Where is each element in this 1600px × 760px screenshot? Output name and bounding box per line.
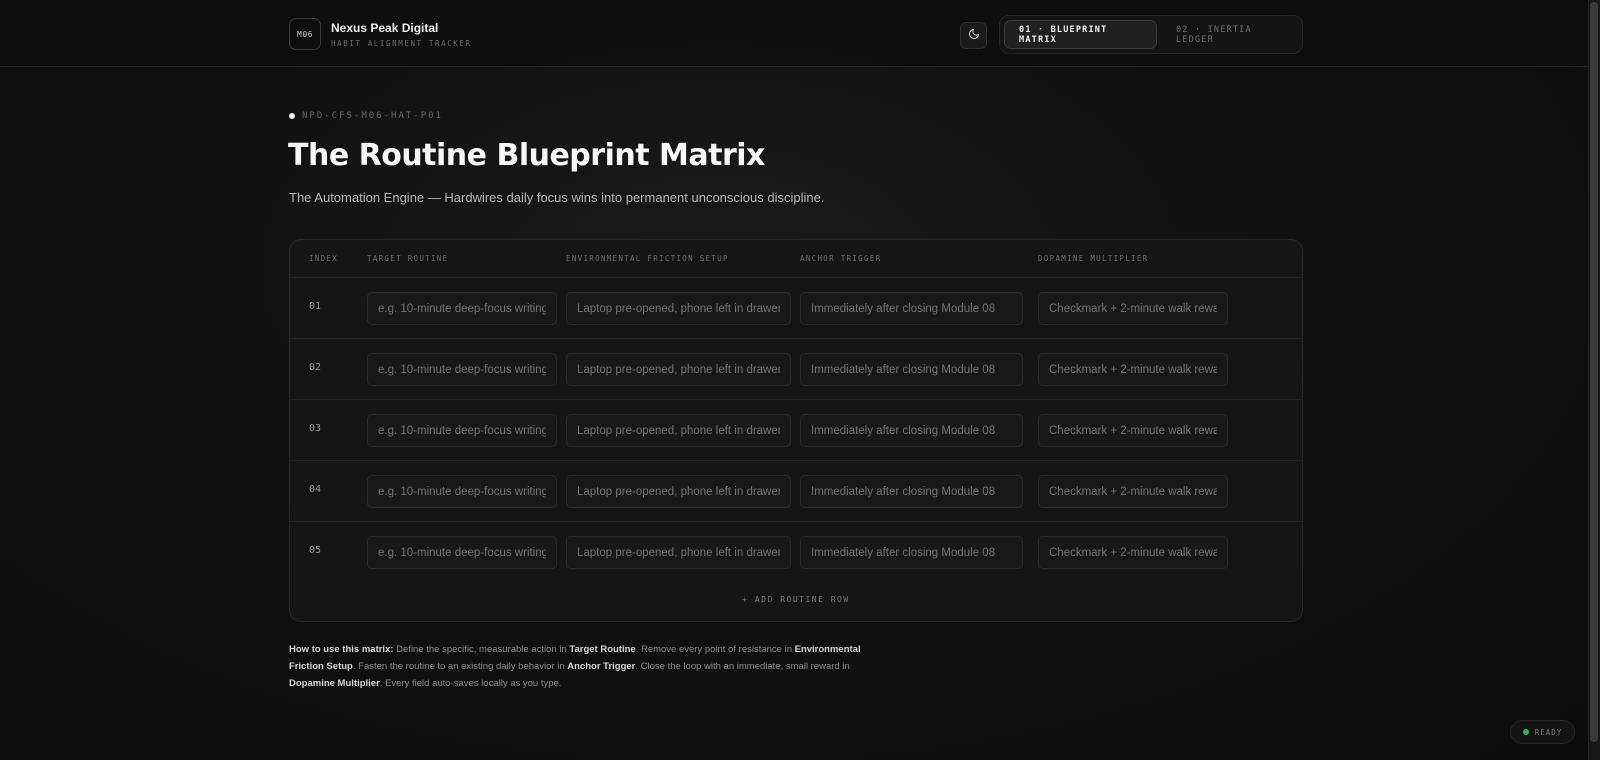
friction-setup-input[interactable] [566,475,791,508]
column-header-index: INDEX [309,254,339,263]
anchor-trigger-input[interactable] [800,475,1023,508]
anchor-trigger-input[interactable] [800,353,1023,386]
moon-icon [968,28,980,43]
table-row: 04 [290,461,1302,522]
target-routine-input[interactable] [367,353,557,386]
column-header-friction-setup: ENVIRONMENTAL FRICTION SETUP [566,254,729,263]
status-dot-icon [1522,729,1529,735]
row-index: 01 [309,301,322,312]
instructions-text: Define the specific, measurable action i… [393,644,570,655]
blueprint-matrix-table: INDEX TARGET ROUTINE ENVIRONMENTAL FRICT… [289,239,1303,622]
scrollbar-thumb[interactable] [1590,2,1598,742]
target-routine-input[interactable] [367,292,557,325]
page-subtitle: The Automation Engine — Hardwires daily … [289,190,825,205]
table-row: 03 [290,400,1302,461]
usage-instructions: How to use this matrix: Define the speci… [289,641,889,692]
table-row: 01 [290,278,1302,339]
instructions-text: . Remove every point of resistance in [635,644,795,655]
dopamine-multiplier-input[interactable] [1038,536,1228,569]
dopamine-multiplier-input[interactable] [1038,353,1228,386]
instructions-lead: How to use this matrix: [289,644,394,655]
theme-toggle-button[interactable] [960,22,987,49]
tab-inertia-ledger[interactable]: 02 · INERTIA LEDGER [1162,20,1302,49]
view-tabs: 01 · BLUEPRINT MATRIX 02 · INERTIA LEDGE… [999,15,1303,54]
instructions-text: . Every field auto-saves locally as you … [379,678,562,689]
status-badge: READY [1510,720,1575,744]
friction-setup-input[interactable] [566,536,791,569]
row-index: 03 [309,423,322,434]
target-routine-input[interactable] [367,536,557,569]
table-row: 02 [290,339,1302,400]
friction-setup-input[interactable] [566,353,791,386]
target-routine-input[interactable] [367,414,557,447]
logo-text: M06 [297,29,313,39]
document-id-text: NPD-CFS-M06-HAT-P01 [302,111,443,121]
column-header-target-routine: TARGET ROUTINE [367,254,449,263]
scrollbar[interactable] [1588,0,1600,760]
anchor-trigger-input[interactable] [800,414,1023,447]
row-index: 04 [309,484,322,495]
dopamine-multiplier-input[interactable] [1038,292,1228,325]
instructions-text: . Fasten the routine to an existing dail… [352,661,568,672]
table-row: 05 [290,522,1302,583]
add-routine-row-button[interactable]: + ADD ROUTINE ROW [290,595,1302,604]
tab-blueprint-matrix[interactable]: 01 · BLUEPRINT MATRIX [1004,20,1157,49]
anchor-trigger-input[interactable] [800,536,1023,569]
friction-setup-input[interactable] [566,414,791,447]
top-bar: M06 Nexus Peak Digital HABIT ALIGNMENT T… [0,0,1588,67]
page-title: The Routine Blueprint Matrix [288,138,765,173]
friction-setup-input[interactable] [566,292,791,325]
dopamine-multiplier-input[interactable] [1038,475,1228,508]
document-id: NPD-CFS-M06-HAT-P01 [289,111,443,121]
module-logo: M06 [289,18,321,50]
doc-dot-icon [289,113,295,119]
column-header-anchor-trigger: ANCHOR TRIGGER [800,254,882,263]
dopamine-multiplier-input[interactable] [1038,414,1228,447]
instructions-term: Target Routine [569,644,636,655]
top-bar-inner: M06 Nexus Peak Digital HABIT ALIGNMENT T… [289,15,1303,54]
target-routine-input[interactable] [367,475,557,508]
instructions-text: . Close the loop with an immediate, smal… [635,661,850,672]
anchor-trigger-input[interactable] [800,292,1023,325]
brand-subtitle: HABIT ALIGNMENT TRACKER [331,39,472,48]
instructions-term: Anchor Trigger [567,661,636,672]
table-header: INDEX TARGET ROUTINE ENVIRONMENTAL FRICT… [290,240,1302,278]
status-label: READY [1534,727,1563,737]
row-index: 02 [309,362,322,373]
column-header-dopamine-multiplier: DOPAMINE MULTIPLIER [1038,254,1149,263]
row-index: 05 [309,545,322,556]
instructions-term: Dopamine Multiplier [289,678,380,689]
brand-name: Nexus Peak Digital [331,21,439,35]
